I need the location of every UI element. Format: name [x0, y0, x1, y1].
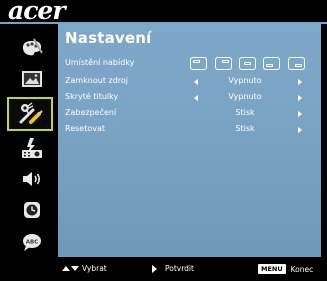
- settings-tab[interactable]: [7, 97, 53, 131]
- menu-key-badge: MENU: [258, 264, 286, 274]
- acer-logo: acer: [8, 0, 65, 25]
- position-bottom-left-option[interactable]: [263, 57, 280, 70]
- confirm-hint-label: Potvrdit: [165, 264, 194, 273]
- position-center-option[interactable]: [239, 57, 256, 70]
- top-bar: acer: [0, 0, 327, 25]
- svg-text:ABC: ABC: [26, 240, 39, 246]
- page-title: Nastavení: [65, 29, 152, 47]
- footer-hints: Vybrat Potvrdit MENU Konec: [0, 257, 327, 281]
- image-tab[interactable]: [14, 66, 50, 92]
- position-bottom-right-option[interactable]: [288, 57, 305, 70]
- wrench-screwdriver-icon: [19, 102, 43, 124]
- management-tab[interactable]: [14, 135, 50, 161]
- closed-captions-row[interactable]: Skryté titulky Vypnuto: [58, 91, 321, 107]
- arrow-left-icon[interactable]: [194, 79, 198, 85]
- source-lock-row[interactable]: Zamknout zdroj Vypnuto: [58, 75, 321, 91]
- arrow-left-icon[interactable]: [194, 95, 198, 101]
- audio-tab[interactable]: [14, 166, 50, 192]
- color-tab[interactable]: [14, 34, 50, 60]
- position-top-right-option[interactable]: [215, 57, 232, 70]
- row-value: Stisk: [235, 108, 255, 117]
- exit-hint: MENU Konec: [258, 264, 313, 274]
- row-label: Skryté titulky: [65, 92, 119, 101]
- projector-settings-icon: [22, 138, 42, 158]
- select-hint-label: Vybrat: [82, 264, 107, 273]
- row-label: Zamknout zdroj: [65, 76, 129, 85]
- picture-icon: [22, 71, 42, 87]
- settings-panel: Nastavení Umístění nabídky Zamknout zdro…: [58, 24, 321, 257]
- row-label: Umístění nabídky: [65, 58, 135, 67]
- arrow-right-icon[interactable]: [298, 79, 302, 85]
- speaker-icon: [23, 172, 41, 186]
- row-label: Resetovat: [65, 124, 106, 133]
- row-value: Vypnuto: [228, 92, 262, 101]
- confirm-hint: Potvrdit: [152, 264, 194, 273]
- up-arrow-icon: [62, 266, 70, 271]
- select-hint: Vybrat: [62, 264, 107, 273]
- right-arrow-icon: [152, 264, 157, 273]
- arrow-right-icon[interactable]: [298, 127, 302, 133]
- clock-icon: [24, 202, 40, 218]
- sidebar: ABC: [0, 24, 62, 257]
- position-top-left-option[interactable]: [190, 57, 207, 70]
- security-row[interactable]: Zabezpečení Stisk: [58, 107, 321, 123]
- exit-hint-label: Konec: [290, 264, 314, 274]
- language-tab[interactable]: ABC: [14, 229, 50, 255]
- down-arrow-icon: [71, 266, 79, 271]
- menu-position-row[interactable]: Umístění nabídky: [58, 57, 321, 73]
- palette-icon: [22, 38, 43, 56]
- reset-row[interactable]: Resetovat Stisk: [58, 123, 321, 139]
- timer-tab[interactable]: [14, 197, 50, 223]
- row-value: Vypnuto: [228, 76, 262, 85]
- arrow-right-icon[interactable]: [298, 111, 302, 117]
- row-value: Stisk: [235, 124, 255, 133]
- abc-bubble-icon: ABC: [23, 234, 41, 251]
- arrow-right-icon[interactable]: [298, 95, 302, 101]
- row-label: Zabezpečení: [65, 108, 117, 117]
